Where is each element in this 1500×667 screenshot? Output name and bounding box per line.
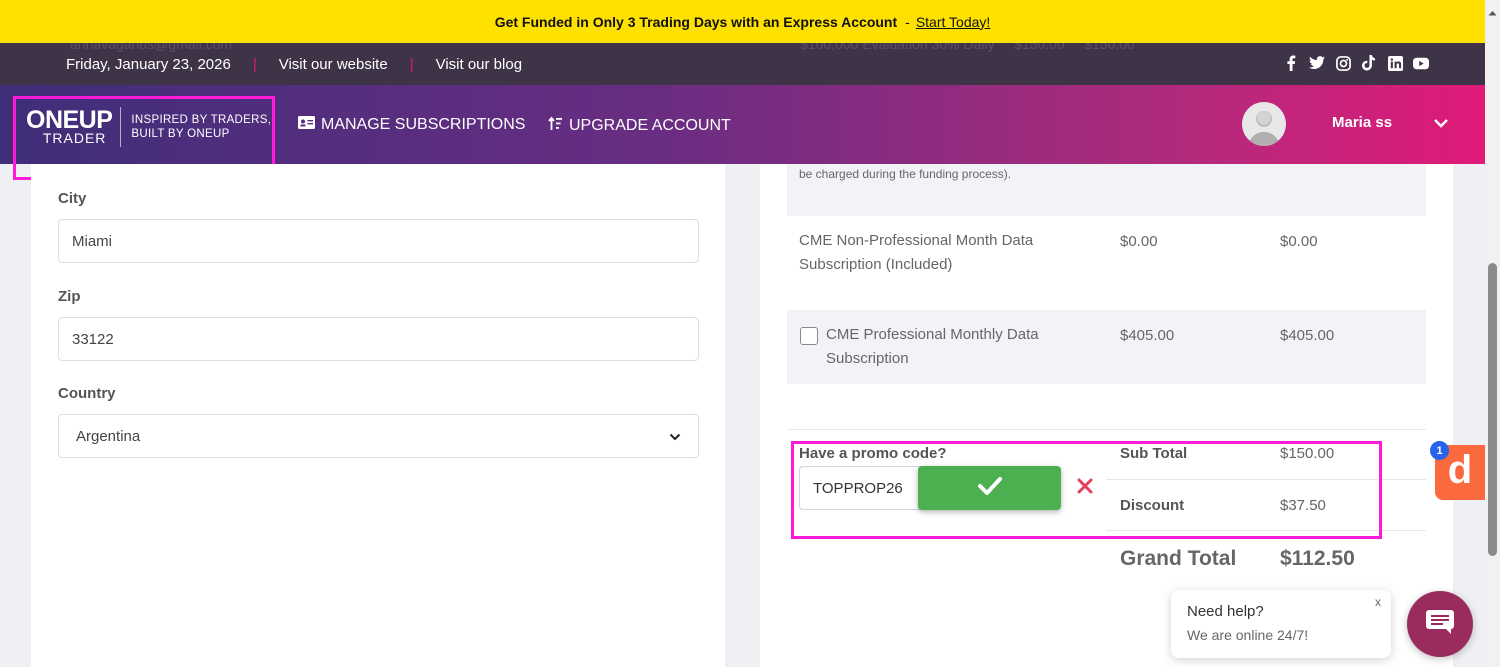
help-title: Need help? [1187, 603, 1264, 620]
linkedin-icon[interactable] [1387, 55, 1403, 71]
item-name: CME Non-Professional Month Data Subscrip… [799, 229, 1033, 277]
youtube-icon[interactable] [1413, 55, 1429, 71]
scroll-up-arrow-icon[interactable] [1488, 3, 1497, 21]
twitter-icon[interactable] [1309, 55, 1325, 71]
item-name-line-2: Subscription [826, 350, 909, 367]
social-links [1283, 55, 1429, 71]
start-today-link[interactable]: Start Today! [916, 14, 990, 30]
tiktok-icon[interactable] [1361, 55, 1377, 71]
upgrade-account-label: UPGRADE ACCOUNT [569, 117, 731, 134]
promo-banner-text: Get Funded in Only 3 Trading Days with a… [494, 13, 898, 30]
id-card-icon [298, 116, 315, 134]
user-name[interactable]: Maria ss [1332, 114, 1392, 131]
help-subtitle: We are online 24/7! [1187, 627, 1309, 643]
avatar[interactable] [1242, 102, 1286, 146]
manage-subscriptions-label: MANAGE SUBSCRIPTIONS [321, 116, 526, 133]
item-total: $0.00 [1280, 233, 1318, 250]
order-row-disclaimer: be charged during the funding process). [787, 164, 1426, 216]
chat-help-bubble[interactable]: Need help? We are online 24/7! x [1171, 590, 1391, 658]
help-close-button[interactable]: x [1375, 595, 1381, 609]
sort-up-icon [548, 116, 563, 136]
visit-website-link[interactable]: Visit our website [279, 56, 388, 73]
funding-disclaimer: be charged during the funding process). [799, 167, 1012, 181]
item-price: $405.00 [1120, 327, 1175, 344]
facebook-icon[interactable] [1283, 55, 1299, 71]
country-label: Country [58, 385, 116, 402]
item-name-line-1: CME Professional Monthly Data [826, 326, 1039, 343]
item-name-line-1: CME Non-Professional Month Data [799, 232, 1034, 249]
item-name: CME Professional Monthly Data Subscripti… [826, 323, 1039, 371]
chat-bubble-icon [1425, 609, 1455, 640]
current-date: Friday, January 23, 2026 [66, 55, 231, 73]
grand-total-label: Grand Total [1120, 547, 1237, 570]
promo-banner: Get Funded in Only 3 Trading Days with a… [0, 0, 1485, 43]
item-price: $0.00 [1120, 233, 1158, 250]
billing-address-card: City Zip Country Argentina [31, 164, 725, 667]
divider [787, 429, 1426, 430]
zip-label: Zip [58, 288, 81, 305]
promo-highlight-box [791, 441, 1382, 539]
order-row-cme-professional: CME Professional Monthly Data Subscripti… [787, 310, 1426, 384]
grand-total-value: $112.50 [1280, 547, 1355, 570]
scrolled-order-row-text: $100,000 Evaluation 30% Daily $150.00 $1… [800, 43, 1135, 52]
divider: | [409, 55, 414, 73]
info-bar: annavaganus@gmail.com $100,000 Evaluatio… [0, 43, 1485, 85]
visit-blog-link[interactable]: Visit our blog [436, 56, 522, 73]
scrollbar-thumb[interactable] [1488, 263, 1497, 556]
country-selected-value: Argentina [76, 427, 141, 445]
instagram-icon[interactable] [1335, 55, 1351, 71]
cme-professional-checkbox[interactable] [800, 327, 818, 345]
scrolled-email-text: annavaganus@gmail.com [70, 43, 233, 52]
chat-launcher-button[interactable] [1407, 591, 1473, 657]
divider: | [252, 55, 257, 73]
widget-letter-icon: d [1447, 447, 1473, 492]
item-total: $405.00 [1280, 327, 1335, 344]
notification-badge: 1 [1430, 441, 1449, 460]
item-name-line-2: Subscription (Included) [799, 256, 953, 273]
zip-input[interactable] [58, 317, 699, 361]
city-input[interactable] [58, 219, 699, 263]
upgrade-account-link[interactable]: UPGRADE ACCOUNT [548, 116, 731, 136]
chevron-down-icon[interactable] [1433, 115, 1449, 133]
chevron-down-icon [669, 428, 681, 445]
manage-subscriptions-link[interactable]: MANAGE SUBSCRIPTIONS [298, 116, 525, 134]
promo-banner-separator: - [905, 13, 910, 30]
city-label: City [58, 190, 87, 207]
country-select[interactable]: Argentina [58, 414, 699, 458]
